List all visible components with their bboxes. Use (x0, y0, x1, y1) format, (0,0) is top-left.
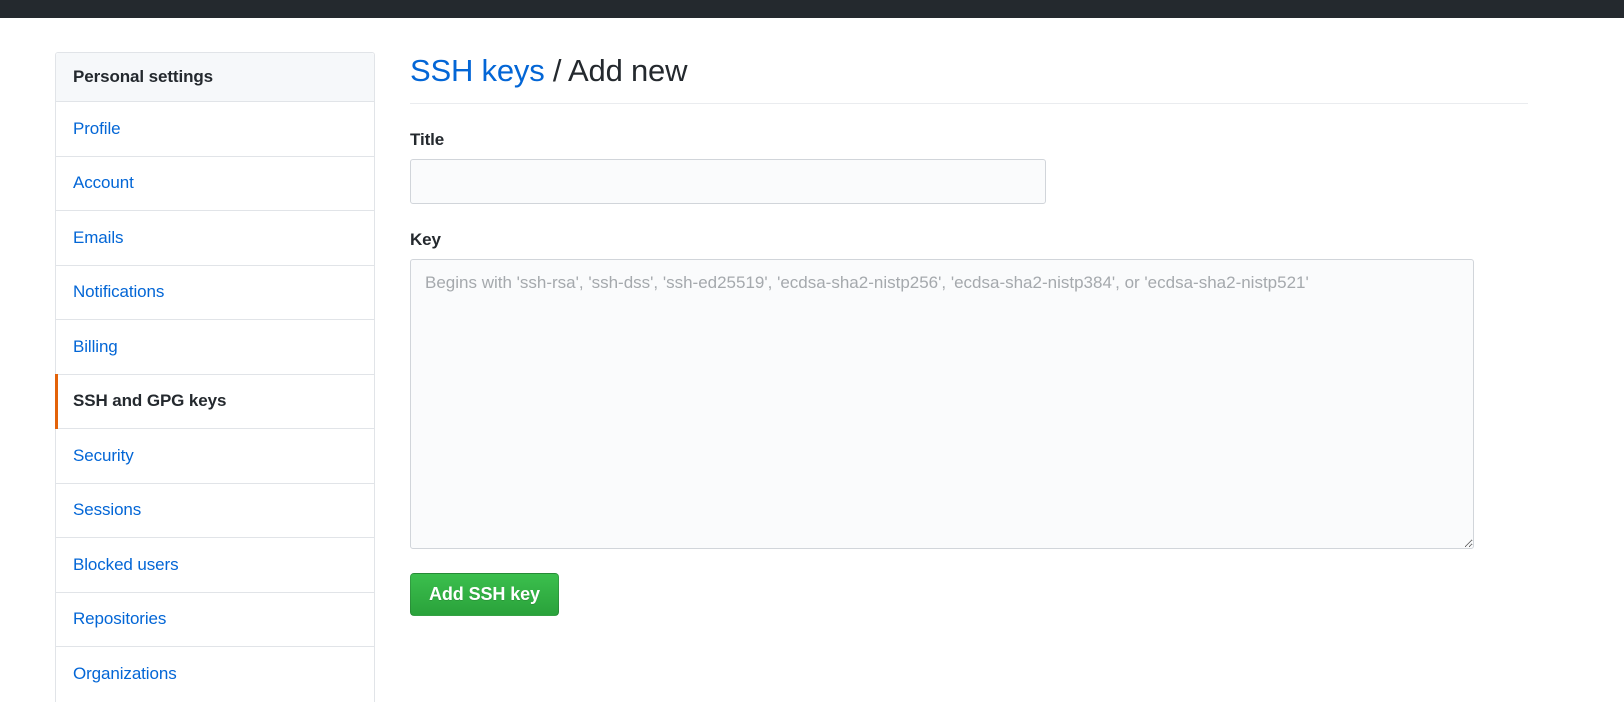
page-title: SSH keys / Add new (410, 52, 1528, 104)
sidebar-header: Personal settings (56, 53, 374, 102)
main-content: SSH keys / Add new Title Key Add SSH key (410, 52, 1530, 616)
sidebar-item-label: SSH and GPG keys (73, 391, 227, 411)
sidebar-item-sessions[interactable]: Sessions (56, 483, 374, 538)
sidebar-item-notifications[interactable]: Notifications (56, 265, 374, 320)
sidebar-item-label: Profile (73, 118, 121, 138)
breadcrumb-separator: / (552, 53, 562, 88)
add-ssh-key-button[interactable]: Add SSH key (410, 572, 559, 616)
sidebar-item-security[interactable]: Security (56, 429, 374, 484)
sidebar-item-label: Sessions (73, 500, 142, 520)
settings-page: Personal settings Profile Account Emails… (0, 18, 1624, 721)
sidebar-item-label: Repositories (73, 609, 167, 629)
sidebar-item-profile[interactable]: Profile (56, 102, 374, 157)
sidebar-item-label: Security (73, 445, 134, 465)
sidebar-item-label: Blocked users (73, 554, 179, 574)
sidebar-item-blocked-users[interactable]: Blocked users (56, 538, 374, 593)
sidebar-item-label: Billing (73, 336, 118, 356)
settings-sidebar: Personal settings Profile Account Emails… (55, 52, 375, 702)
sidebar-item-label: Notifications (73, 282, 165, 302)
sidebar-item-billing[interactable]: Billing (56, 320, 374, 375)
sidebar-item-label: Account (73, 173, 134, 193)
key-label: Key (410, 229, 441, 249)
add-ssh-key-form: Title Key Add SSH key (410, 130, 1530, 616)
sidebar-item-repositories[interactable]: Repositories (56, 592, 374, 647)
sidebar-item-emails[interactable]: Emails (56, 211, 374, 266)
sidebar-item-label: Organizations (73, 664, 177, 684)
sidebar-item-account[interactable]: Account (56, 156, 374, 211)
title-label: Title (410, 129, 445, 149)
breadcrumb-current: Add new (568, 53, 688, 88)
global-header-bar (0, 0, 1624, 18)
sidebar-item-organizations[interactable]: Organizations (56, 647, 374, 702)
breadcrumb-link-ssh-keys[interactable]: SSH keys (410, 53, 545, 88)
sidebar-item-ssh-and-gpg-keys[interactable]: SSH and GPG keys (55, 373, 374, 429)
sidebar-item-label: Emails (73, 227, 124, 247)
key-textarea[interactable] (410, 258, 1474, 549)
title-input[interactable] (410, 158, 1046, 204)
